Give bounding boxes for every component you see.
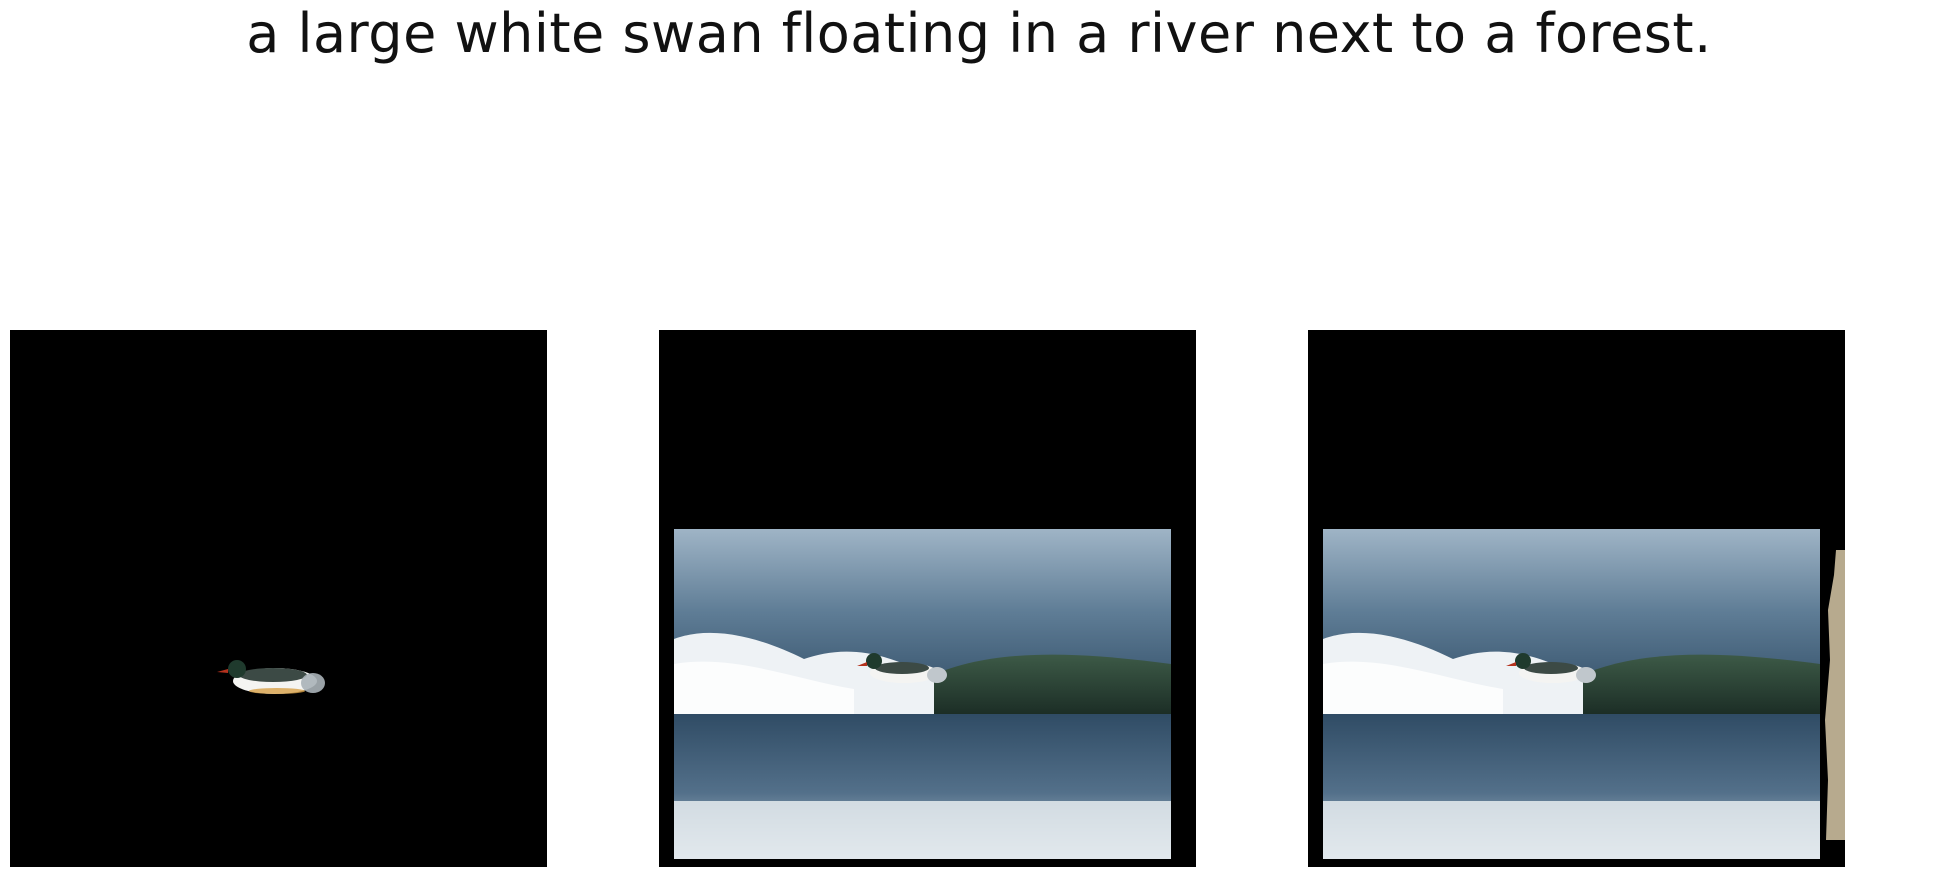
surf-photo xyxy=(1323,529,1820,859)
image-panel-1 xyxy=(10,330,547,867)
image-panel-2 xyxy=(659,330,1196,867)
bird-cutout xyxy=(215,653,330,703)
surf-photo xyxy=(674,529,1171,859)
edge-artifact-strip xyxy=(1822,550,1845,840)
caption-title: a large white swan floating in a river n… xyxy=(246,2,1712,65)
image-panel-3 xyxy=(1308,330,1845,867)
